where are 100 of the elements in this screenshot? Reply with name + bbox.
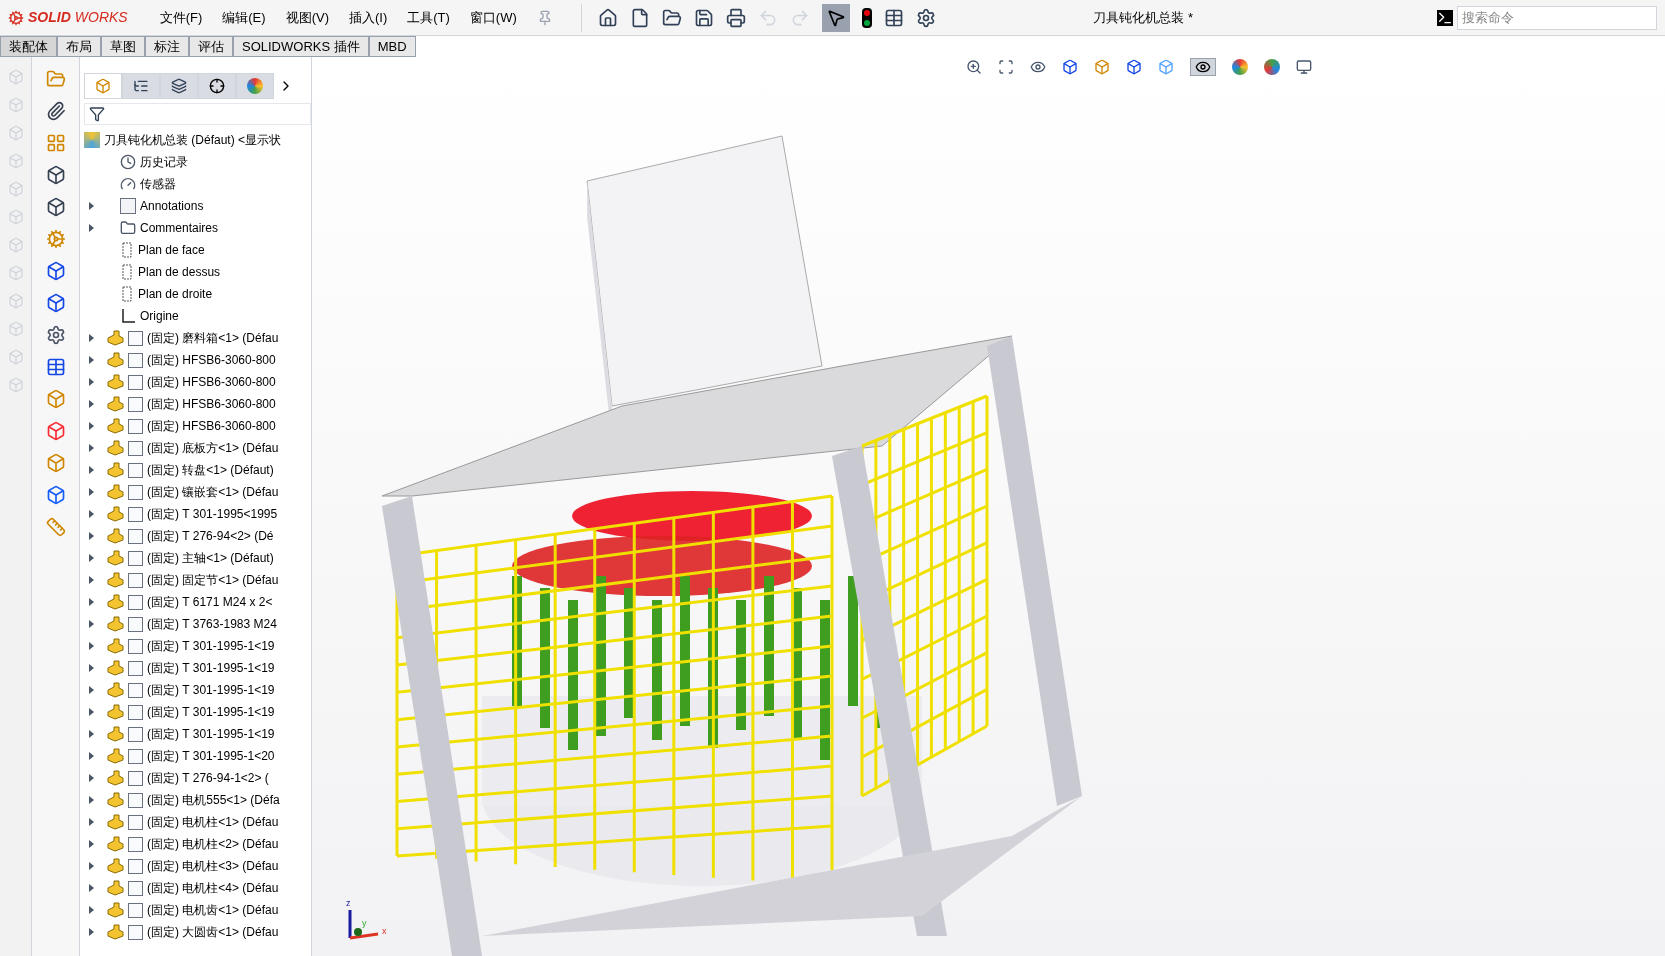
expand-caret-icon[interactable]	[88, 906, 94, 914]
monitor-icon[interactable]	[1295, 58, 1312, 75]
expand-caret-icon[interactable]	[88, 576, 94, 584]
part-icon	[106, 836, 124, 852]
save-icon[interactable]	[693, 7, 714, 28]
settings-icon[interactable]	[915, 7, 936, 28]
expand-caret-icon[interactable]	[88, 642, 94, 650]
expand-caret-icon[interactable]	[88, 620, 94, 628]
command-tab[interactable]: MBD	[368, 36, 416, 57]
expand-caret-icon[interactable]	[88, 686, 94, 694]
tree-item[interactable]: (固定) 电机柱<4> (Défau	[147, 879, 279, 897]
menu-item[interactable]: 文件(F)	[151, 7, 211, 28]
command-tab[interactable]: 标注	[145, 36, 189, 57]
command-tab[interactable]: 布局	[57, 36, 101, 57]
home-icon[interactable]	[597, 7, 618, 28]
tree-item[interactable]: (固定) 电机齿<1> (Défau	[147, 901, 279, 919]
tree-item[interactable]: (固定) HFSB6-3060-800	[147, 417, 276, 435]
tree-item[interactable]: (固定) HFSB6-3060-800	[147, 373, 276, 391]
expand-caret-icon[interactable]	[88, 224, 94, 232]
menu-item[interactable]: 编辑(E)	[214, 7, 274, 28]
expand-caret-icon[interactable]	[88, 884, 94, 892]
tree-item[interactable]: Annotations	[140, 197, 204, 215]
gear-icon[interactable]	[45, 229, 66, 249]
expand-caret-icon[interactable]	[88, 202, 94, 210]
traffic-light-icon[interactable]	[861, 7, 872, 28]
tree-item[interactable]: 传感器	[140, 175, 176, 193]
expand-caret-icon[interactable]	[88, 488, 94, 496]
tree-item[interactable]: (固定) HFSB6-3060-800	[147, 351, 276, 369]
command-tab[interactable]: SOLIDWORKS 插件	[233, 36, 369, 57]
expand-caret-icon[interactable]	[88, 840, 94, 848]
tree-item[interactable]: (固定) 底板方<1> (Défau	[147, 439, 279, 457]
menu-item[interactable]: 窗口(W)	[461, 7, 525, 28]
tree-item[interactable]: Origine	[140, 307, 179, 325]
menu-item[interactable]: 插入(I)	[340, 7, 396, 28]
expand-caret-icon[interactable]	[88, 444, 94, 452]
ruler-icon[interactable]	[45, 517, 66, 537]
command-tab[interactable]: 评估	[189, 36, 233, 57]
menu-item[interactable]: 工具(T)	[399, 7, 458, 28]
expand-caret-icon[interactable]	[88, 796, 94, 804]
tree-item[interactable]: (固定) 电机柱<2> (Défau	[147, 835, 279, 853]
tree-item[interactable]: (固定) T 276-94-1<2> (	[147, 769, 269, 787]
tree-item[interactable]: Commentaires	[140, 219, 219, 237]
expand-caret-icon[interactable]	[88, 422, 94, 430]
tree-item[interactable]: (固定) HFSB6-3060-800	[147, 395, 276, 413]
command-tab[interactable]: 草图	[101, 36, 145, 57]
tree-item[interactable]: (固定) 磨料箱<1> (Défau	[147, 329, 279, 347]
tree-item[interactable]: Plan de dessus	[138, 263, 221, 281]
tree-item[interactable]: Plan de droite	[138, 285, 213, 303]
tree-item[interactable]: (固定) T 301-1995-1<19	[147, 659, 275, 677]
expand-caret-icon[interactable]	[88, 664, 94, 672]
hide-show-button[interactable]	[1189, 57, 1216, 76]
insert-component-icon[interactable]	[45, 69, 66, 89]
panel-tab[interactable]	[198, 73, 236, 99]
expand-caret-icon[interactable]	[88, 598, 94, 606]
tree-item[interactable]: (固定) T 3763-1983 M24	[147, 615, 277, 633]
tree-item[interactable]: (固定) T 301-1995-1<19	[147, 703, 275, 721]
expand-caret-icon[interactable]	[88, 532, 94, 540]
command-tab[interactable]: 装配体	[0, 36, 57, 57]
expand-caret-icon[interactable]	[88, 510, 94, 518]
expand-caret-icon[interactable]	[88, 334, 94, 342]
tree-item[interactable]: 历史记录	[140, 153, 188, 171]
zoom-area-icon[interactable]	[997, 58, 1014, 75]
tree-item[interactable]: (固定) T 301-1995-1<19	[147, 725, 275, 743]
tree-item[interactable]: (固定) T 301-1995<1995	[147, 505, 278, 523]
expand-caret-icon[interactable]	[88, 554, 94, 562]
tree-root[interactable]: 刀具钝化机总装 (Défaut) <显示状	[104, 131, 282, 149]
tree-item[interactable]: Plan de face	[138, 241, 205, 259]
tree-item[interactable]: (固定) 转盘<1> (Défaut)	[147, 461, 274, 479]
paperclip-icon[interactable]	[45, 101, 66, 121]
expand-caret-icon[interactable]	[88, 378, 94, 386]
print-icon[interactable]	[725, 7, 746, 28]
tree-item[interactable]: (固定) T 276-94<2> (Dé	[147, 527, 274, 545]
open-icon[interactable]	[661, 7, 682, 28]
tree-item[interactable]: (固定) 电机柱<1> (Défau	[147, 813, 279, 831]
expand-caret-icon[interactable]	[88, 356, 94, 364]
search-field[interactable]: 搜索命令	[1457, 5, 1657, 30]
tree-item[interactable]: (固定) 主轴<1> (Défaut)	[147, 549, 274, 567]
select-tool-button[interactable]	[821, 3, 850, 32]
expand-caret-icon[interactable]	[88, 708, 94, 716]
panel-tab[interactable]	[160, 73, 198, 99]
expand-caret-icon[interactable]	[88, 862, 94, 870]
expand-caret-icon[interactable]	[88, 928, 94, 936]
expand-caret-icon[interactable]	[88, 774, 94, 782]
expand-caret-icon[interactable]	[88, 752, 94, 760]
zoom-to-fit-icon[interactable]	[965, 58, 982, 75]
tree-item[interactable]: (固定) 大圆齿<1> (Défau	[147, 923, 279, 941]
expand-caret-icon[interactable]	[88, 730, 94, 738]
tree-item[interactable]: (固定) T 301-1995-1<19	[147, 637, 275, 655]
options-list-icon[interactable]	[883, 7, 904, 28]
tree-item[interactable]: (固定) T 301-1995-1<20	[147, 747, 275, 765]
tree-item[interactable]: (固定) 镶嵌套<1> (Défau	[147, 483, 279, 501]
tree-item[interactable]: (固定) 电机555<1> (Défa	[147, 791, 280, 809]
tree-item[interactable]: (固定) T 6171 M24 x 2<	[147, 593, 273, 611]
expand-caret-icon[interactable]	[88, 466, 94, 474]
expand-caret-icon[interactable]	[88, 818, 94, 826]
tree-item[interactable]: (固定) 电机柱<3> (Défau	[147, 857, 279, 875]
expand-caret-icon[interactable]	[88, 400, 94, 408]
tree-item[interactable]: (固定) 固定节<1> (Défau	[147, 571, 279, 589]
menu-item[interactable]: 视图(V)	[277, 7, 337, 28]
tree-item[interactable]: (固定) T 301-1995-1<19	[147, 681, 275, 699]
